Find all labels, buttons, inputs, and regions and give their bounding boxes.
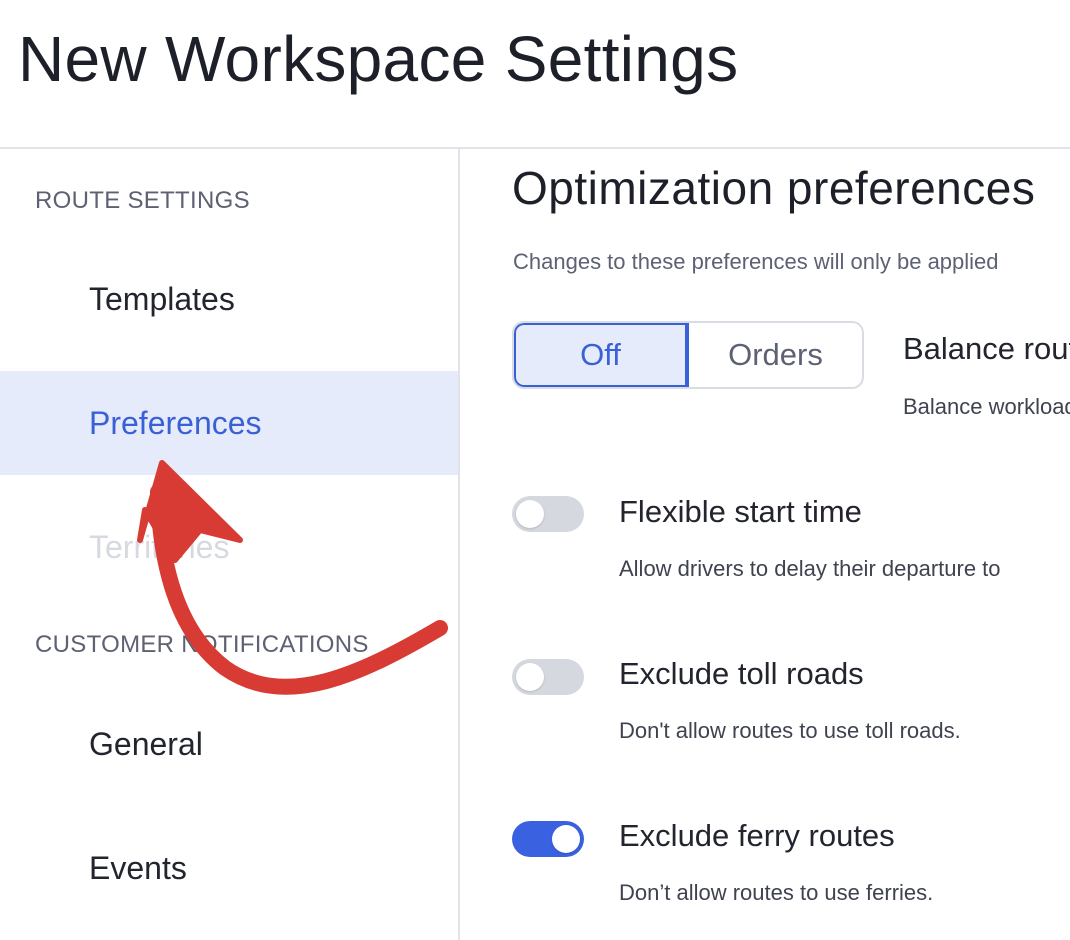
sidebar-item-label: Templates [89,280,235,317]
exclude-toll-roads-title: Exclude toll roads [619,656,864,691]
flexible-start-time-toggle[interactable] [512,496,584,532]
segment-off-button[interactable]: Off [514,323,689,387]
toggle-knob [552,825,580,853]
balance-routes-description: Balance workload [903,394,1070,419]
balance-routes-segmented-control: Off Orders [512,321,864,389]
flexible-start-time-title: Flexible start time [619,494,862,529]
sidebar-item-label: Territories [89,528,230,565]
section-label-route-settings: ROUTE SETTINGS [35,187,250,214]
sidebar-item-label: General [89,725,203,762]
sidebar-item-label: Preferences [89,404,262,441]
exclude-toll-roads-toggle[interactable] [512,659,584,695]
exclude-toll-roads-description: Don't allow routes to use toll roads. [619,718,961,743]
preferences-panel: Optimization preferences Changes to thes… [460,149,1070,940]
sidebar-item-general[interactable]: General [0,692,458,796]
segment-orders-button[interactable]: Orders [689,323,862,387]
sidebar-item-events[interactable]: Events [0,816,458,920]
sidebar-item-templates[interactable]: Templates [0,247,458,351]
section-title: Optimization preferences [512,162,1036,214]
toggle-knob [516,500,544,528]
page-title: New Workspace Settings [18,23,739,95]
exclude-ferry-routes-description: Don’t allow routes to use ferries. [619,880,934,905]
sidebar-item-preferences[interactable]: Preferences [0,371,458,475]
exclude-ferry-routes-title: Exclude ferry routes [619,818,895,853]
sidebar-item-territories: Territories [0,495,458,599]
settings-sidebar: ROUTE SETTINGS Templates Preferences Ter… [0,149,458,940]
flexible-start-time-description: Allow drivers to delay their departure t… [619,556,1001,581]
balance-routes-title: Balance routes [903,331,1070,366]
toggle-knob [516,663,544,691]
section-subtitle: Changes to these preferences will only b… [513,249,999,274]
sidebar-item-label: Events [89,849,187,886]
exclude-ferry-routes-toggle[interactable] [512,821,584,857]
section-label-customer-notifications: CUSTOMER NOTIFICATIONS [35,631,369,658]
